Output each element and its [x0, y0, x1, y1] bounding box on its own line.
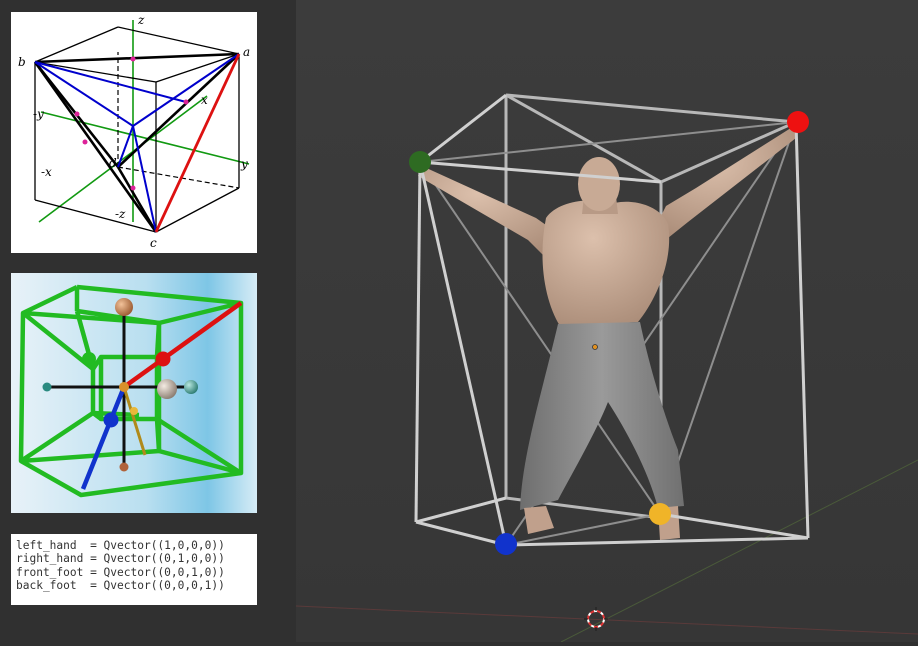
- axis-label-y: y: [240, 157, 248, 171]
- vertex-label-d: d: [109, 156, 117, 170]
- teal-sphere-right: [184, 380, 198, 394]
- axis-label-z: z: [137, 13, 145, 27]
- blue-sphere: [103, 412, 119, 428]
- axis-label-neg-z: -z: [115, 207, 126, 221]
- vertex-label-b: b: [18, 55, 26, 69]
- axis-label-neg-y: -y: [33, 107, 44, 121]
- 3d-viewport[interactable]: [295, 0, 918, 643]
- back-foot-marker[interactable]: [649, 503, 671, 525]
- reference-panel: z -z x -x y -y a b c d left_hand = Qvect…: [0, 0, 296, 642]
- axis-label-neg-x: -x: [41, 165, 52, 179]
- gold-sphere: [130, 407, 138, 415]
- code-line-back-foot: back_foot = Qvector((0,0,0,1)): [16, 579, 225, 593]
- axis-label-x: x: [201, 93, 208, 107]
- tesseract-render: [11, 273, 257, 513]
- code-line-right-hand: right_hand = Qvector((0,1,0,0)): [16, 552, 225, 566]
- right-hand-marker[interactable]: [787, 111, 809, 133]
- front-foot-marker[interactable]: [495, 533, 517, 555]
- left-hand-marker[interactable]: [409, 151, 431, 173]
- red-edge: [154, 53, 241, 233]
- axis-lines: [38, 20, 250, 223]
- code-snippet: left_hand = Qvector((1,0,0,0)) right_han…: [11, 534, 257, 605]
- green-sphere: [82, 352, 96, 366]
- code-line-front-foot: front_foot = Qvector((0,0,1,0)): [16, 565, 225, 579]
- top-sphere: [115, 298, 133, 316]
- center-sphere: [119, 382, 129, 392]
- bottom-sphere: [119, 462, 129, 472]
- red-sphere: [155, 351, 171, 367]
- teal-sphere-left: [42, 382, 52, 392]
- vertex-label-c: c: [150, 236, 157, 250]
- cube-axis-diagram: z -z x -x y -y a b c d: [11, 12, 257, 253]
- code-line-left-hand: left_hand = Qvector((1,0,0,0)): [16, 539, 225, 552]
- vertex-label-a: a: [243, 45, 250, 59]
- grey-sphere: [157, 379, 177, 399]
